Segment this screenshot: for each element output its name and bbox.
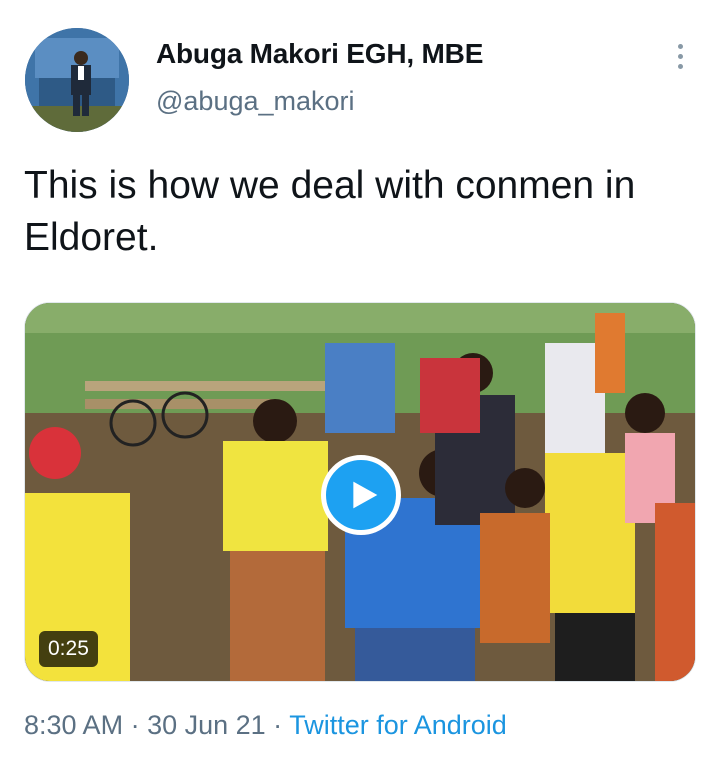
tweet-time[interactable]: 8:30 AM — [24, 710, 123, 740]
tweet-source-link[interactable]: Twitter for Android — [289, 710, 507, 740]
more-options-button[interactable] — [662, 38, 698, 74]
video-player[interactable]: 0:25 — [24, 302, 696, 682]
tweet-card: Abuga Makori EGH, MBE @abuga_makori This… — [0, 0, 720, 769]
meta-separator: · — [123, 710, 148, 740]
more-dot-icon — [677, 53, 683, 59]
more-dot-icon — [677, 43, 683, 49]
author-avatar[interactable] — [25, 28, 129, 132]
profile-photo-icon — [25, 28, 129, 132]
tweet-date[interactable]: 30 Jun 21 — [147, 710, 266, 740]
author-display-name[interactable]: Abuga Makori EGH, MBE — [156, 38, 483, 70]
author-handle[interactable]: @abuga_makori — [156, 86, 355, 117]
tweet-text: This is how we deal with conmen in Eldor… — [24, 164, 636, 259]
tweet-meta: 8:30 AM · 30 Jun 21 · Twitter for Androi… — [24, 710, 507, 741]
meta-separator: · — [265, 710, 290, 740]
play-button[interactable] — [321, 455, 401, 535]
play-icon — [353, 481, 378, 509]
video-duration-badge: 0:25 — [39, 631, 98, 667]
more-dot-icon — [677, 63, 683, 69]
